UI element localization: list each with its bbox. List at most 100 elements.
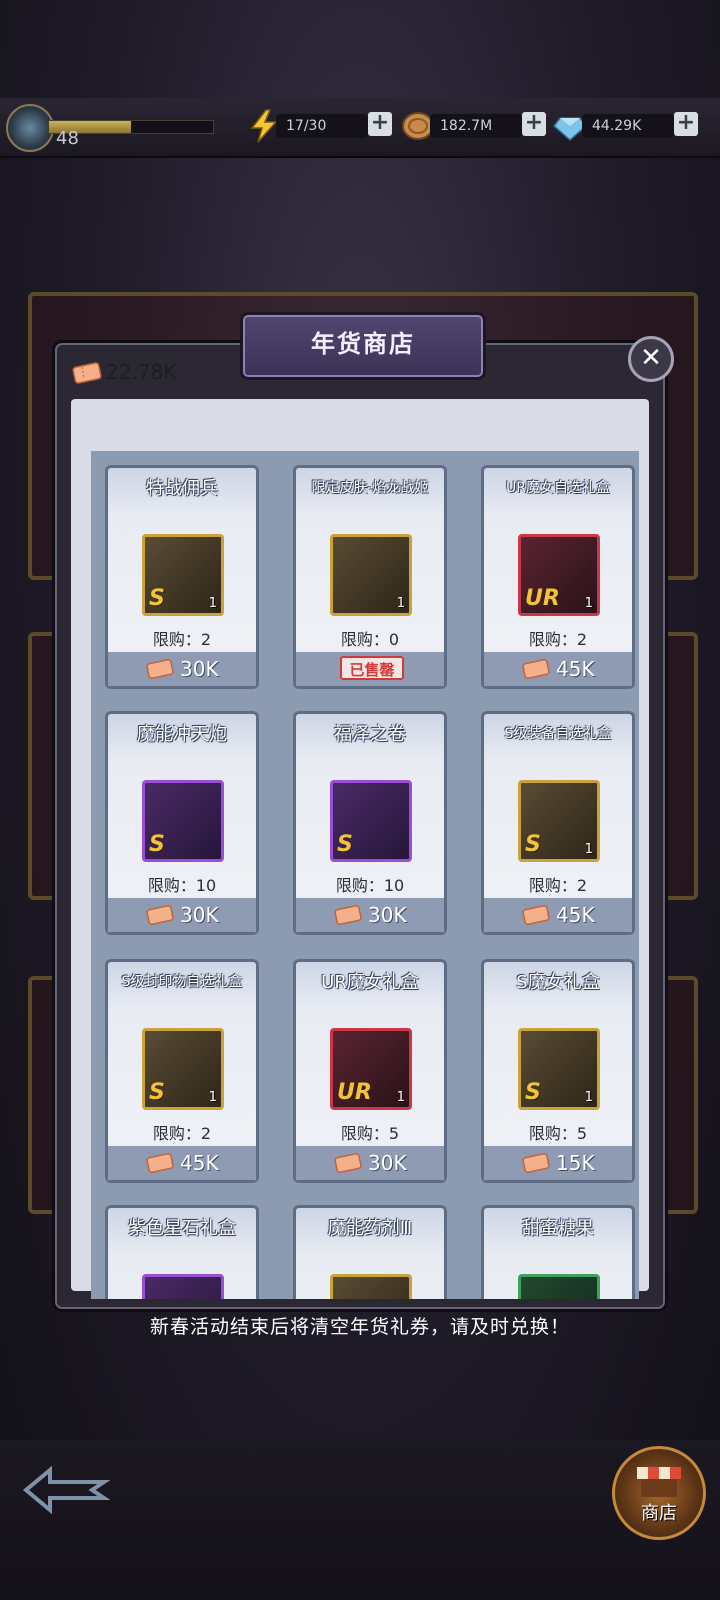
- item-icon: S1: [518, 1028, 600, 1110]
- item-rank: S: [337, 832, 353, 857]
- item-name: 紫色星石礼盒: [128, 1218, 236, 1239]
- ticket-icon: [72, 362, 102, 384]
- shop-nav-label: 商店: [641, 1503, 677, 1524]
- shop-item-card[interactable]: UR魔女自选礼盒 UR 1 限购：2 45K: [481, 465, 635, 689]
- item-rank: S: [525, 832, 541, 857]
- buy-button[interactable]: 30K: [296, 898, 444, 932]
- purchase-limit: 限购：2: [528, 630, 588, 649]
- item-grid[interactable]: 特战佣兵 S 1 限购：2 30K 限定皮肤-焰龙战姬 1 限购：0 已售罄 UR魔女自选礼盒 UR…: [91, 451, 639, 1299]
- footer-note: 新春活动结束后将清空年货礼券，请及时兑换！: [149, 1316, 570, 1338]
- item-count: 1: [584, 842, 593, 857]
- shop-item-card[interactable]: 特战佣兵 S 1 限购：2 30K: [105, 465, 259, 689]
- sold-out-bar: 已售罄: [296, 652, 444, 686]
- item-price: 30K: [368, 903, 407, 927]
- ticket-icon: [522, 1152, 550, 1174]
- item-rank: UR: [525, 586, 560, 611]
- item-count: 1: [396, 1090, 405, 1105]
- shop-item-card[interactable]: UR魔女礼盒 UR 1 限购：5 30K: [293, 959, 447, 1183]
- purchase-limit: 限购：5: [340, 1124, 400, 1143]
- item-icon: 1: [330, 534, 412, 616]
- item-name: 魔能药剂Ⅲ: [327, 1218, 413, 1239]
- ticket-icon: [522, 904, 550, 926]
- shop-title-plate: 年货商店: [240, 312, 486, 380]
- add-energy-button[interactable]: +: [368, 112, 392, 136]
- item-icon: S: [330, 780, 412, 862]
- item-count: 1: [396, 596, 405, 611]
- ticket-icon: [146, 904, 174, 926]
- buy-button[interactable]: 15K: [484, 1146, 632, 1180]
- status-bar: 48 17/30 + 182.7M + 44.29K +: [0, 98, 720, 158]
- ticket-icon: [334, 904, 362, 926]
- item-count: 1: [584, 1090, 593, 1105]
- shop-item-card[interactable]: 甜蜜糖果: [481, 1205, 635, 1299]
- item-price: 30K: [368, 1151, 407, 1175]
- item-rank: S: [525, 1080, 541, 1105]
- ticket-icon: [146, 1152, 174, 1174]
- purchase-limit: 限购：2: [152, 630, 212, 649]
- shop-item-card[interactable]: S魔女礼盒 S 1 限购：5 15K: [481, 959, 635, 1183]
- close-button[interactable]: ✕: [628, 336, 674, 382]
- player-level: 48: [56, 128, 79, 149]
- item-icon: [330, 1274, 412, 1299]
- item-icon: [518, 1274, 600, 1299]
- item-count: 1: [208, 596, 217, 611]
- shop-panel-body: 特战佣兵 S 1 限购：2 30K 限定皮肤-焰龙战姬 1 限购：0 已售罄 UR魔女自选礼盒 UR…: [71, 399, 649, 1299]
- item-name: S级装备自选礼盒: [504, 726, 612, 742]
- item-icon: [142, 1274, 224, 1299]
- purchase-limit: 限购：10: [147, 876, 217, 895]
- item-price: 15K: [556, 1151, 595, 1175]
- buy-button[interactable]: 45K: [484, 898, 632, 932]
- buy-button[interactable]: 45K: [108, 1146, 256, 1180]
- item-icon: S1: [142, 1028, 224, 1110]
- item-name: 特战佣兵: [146, 478, 218, 499]
- shop-item-card[interactable]: 魔能药剂Ⅲ: [293, 1205, 447, 1299]
- item-price: 30K: [180, 657, 219, 681]
- ticket-icon: [146, 658, 174, 680]
- purchase-limit: 限购：5: [528, 1124, 588, 1143]
- purchase-limit: 限购：10: [335, 876, 405, 895]
- item-name: 甜蜜糖果: [522, 1218, 594, 1239]
- gems-value: 44.29K: [582, 114, 674, 138]
- sold-out-stamp: 已售罄: [340, 656, 404, 680]
- shop-item-card[interactable]: 限定皮肤-焰龙战姬 1 限购：0 已售罄: [293, 465, 447, 689]
- item-icon: S1: [518, 780, 600, 862]
- shop-item-card[interactable]: 魔能冲天炮 S 限购：10 30K: [105, 711, 259, 935]
- buy-button[interactable]: 30K: [296, 1146, 444, 1180]
- item-name: UR魔女礼盒: [321, 972, 419, 993]
- item-rank: S: [149, 586, 165, 611]
- item-name: S级封印物自选礼盒: [121, 974, 243, 990]
- back-arrow-icon[interactable]: [20, 1460, 110, 1520]
- item-name: 福泽之卷: [334, 724, 406, 745]
- add-gold-button[interactable]: +: [522, 112, 546, 136]
- shop-title: 年货商店: [311, 330, 415, 358]
- shop-item-card[interactable]: S级装备自选礼盒 S 1 限购：2 45K: [481, 711, 635, 935]
- item-price: 45K: [556, 657, 595, 681]
- shop-item-card[interactable]: 紫色星石礼盒: [105, 1205, 259, 1299]
- shop-item-card[interactable]: S级封印物自选礼盒 S 1 限购：2 45K: [105, 959, 259, 1183]
- item-rank: S: [149, 1080, 165, 1105]
- level-badge-icon[interactable]: [6, 104, 54, 152]
- item-count: 1: [208, 1090, 217, 1105]
- item-rank: S: [149, 832, 165, 857]
- item-icon: UR 1: [518, 534, 600, 616]
- item-icon: UR 1: [330, 1028, 412, 1110]
- buy-button[interactable]: 30K: [108, 652, 256, 686]
- item-icon: S: [142, 780, 224, 862]
- purchase-limit: 限购：0: [340, 630, 400, 649]
- shop-item-card[interactable]: 福泽之卷 S 限购：10 30K: [293, 711, 447, 935]
- buy-button[interactable]: 30K: [108, 898, 256, 932]
- add-gems-button[interactable]: +: [674, 112, 698, 136]
- item-price: 45K: [180, 1151, 219, 1175]
- item-icon: S1: [142, 534, 224, 616]
- shop-panel: 特战佣兵 S 1 限购：2 30K 限定皮肤-焰龙战姬 1 限购：0 已售罄 UR魔女自选礼盒 UR…: [52, 340, 668, 1312]
- item-name: UR魔女自选礼盒: [506, 480, 610, 496]
- item-rank: UR: [337, 1080, 372, 1105]
- ticket-balance-value: 22.78K: [106, 360, 177, 384]
- energy-value: 17/30: [276, 114, 368, 138]
- item-name: 限定皮肤-焰龙战姬: [311, 480, 429, 496]
- item-name: 魔能冲天炮: [137, 724, 227, 745]
- item-price: 30K: [180, 903, 219, 927]
- shop-nav-button[interactable]: 商店: [612, 1446, 706, 1540]
- buy-button[interactable]: 45K: [484, 652, 632, 686]
- purchase-limit: 限购：2: [152, 1124, 212, 1143]
